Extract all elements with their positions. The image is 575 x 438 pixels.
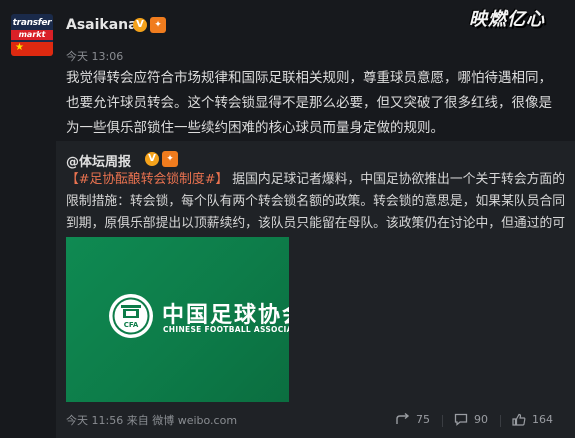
hashtag-link[interactable]: 【#足协酝酿转会锁制度#】 [66,172,228,187]
china-flag-icon: ★ [11,42,53,56]
avatar-logo-bottom: markt [11,30,53,40]
avatar[interactable]: transfer markt ★ [11,14,53,56]
action-bar: 75 90 164 [384,411,565,427]
thumbs-up-icon [512,413,526,426]
comment-icon [454,413,468,426]
comment-count: 90 [474,412,488,426]
repost-icon [396,413,410,424]
via-label: 来自 [126,414,149,427]
repost-button[interactable]: 75 [384,413,442,426]
repost-box[interactable]: @体坛周报 V ✦ 【#足协酝酿转会锁制度#】 据国内足球记者爆料，中国足协欲推… [56,141,575,438]
medal-icon[interactable]: ✦ [150,17,166,33]
repost-medal-icon[interactable]: ✦ [162,151,178,167]
repost-verified-icon: V [145,152,159,166]
repost-author[interactable]: @体坛周报 [66,151,131,170]
repost-time[interactable]: 今天 11:56 [66,414,123,427]
cfa-emblem-text: CFA [124,321,139,329]
post-timestamp[interactable]: 今天 13:06 [66,48,123,64]
like-count: 164 [532,412,553,426]
verified-icon: V [133,18,147,32]
cfa-image[interactable]: CFA 中国足球协会 CHINESE FOOTBALL ASSOCIATION [66,237,289,402]
like-button[interactable]: 164 [500,412,565,427]
source-link[interactable]: 微博 weibo.com [152,414,237,427]
post-body-text: 我觉得转会应符合市场规律和国际足联相关规则，尊重球员意愿，哪怕待遇相同，也要允许… [66,70,552,136]
comment-button[interactable]: 90 [442,412,500,427]
brand-logo: 映燃亿心 [469,9,545,30]
cfa-title-en: CHINESE FOOTBALL ASSOCIATION [163,325,289,334]
username[interactable]: Asaikana [66,17,138,33]
repost-footer: 今天 11:56 来自 微博 weibo.com [66,412,237,428]
repost-count: 75 [416,412,430,426]
cfa-emblem-icon: CFA [109,294,153,338]
weibo-post: transfer markt ★ Asaikana V ✦ 今天 13:06 映… [0,0,575,438]
